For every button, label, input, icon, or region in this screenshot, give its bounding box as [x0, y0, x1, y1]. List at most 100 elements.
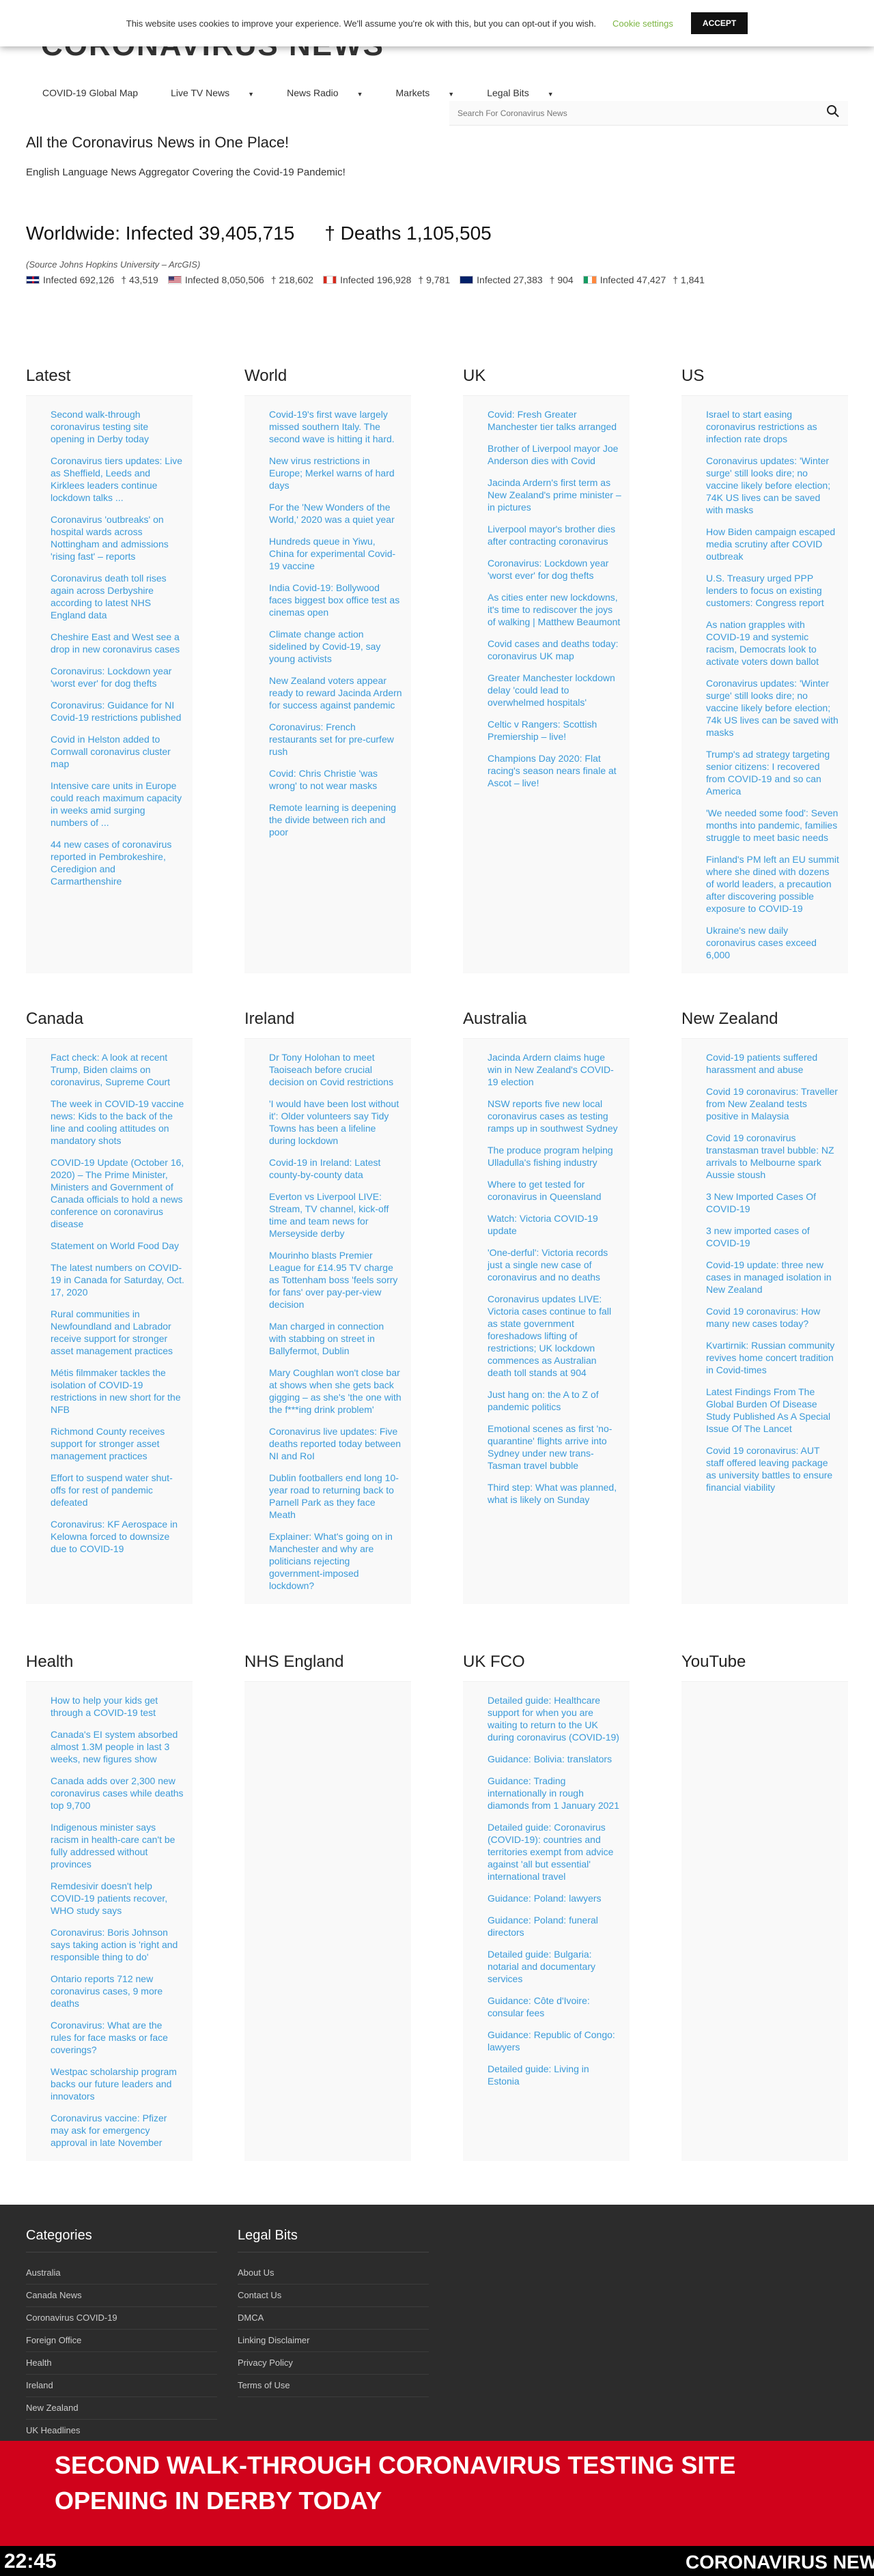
news-link[interactable]: Emotional scenes as first 'no-quarantine… — [488, 1422, 621, 1472]
news-link[interactable]: U.S. Treasury urged PPP lenders to focus… — [706, 572, 840, 609]
news-link[interactable]: Covid: Chris Christie 'was wrong' to not… — [269, 767, 403, 792]
news-link[interactable]: Coronavirus: Lockdown year 'worst ever' … — [51, 665, 184, 689]
news-link[interactable]: Just hang on: the A to Z of pandemic pol… — [488, 1388, 621, 1413]
nav-item-legal-bits[interactable]: Legal Bits ▼ — [487, 87, 569, 98]
news-link[interactable]: Detailed guide: Healthcare support for w… — [488, 1694, 621, 1743]
search-icon[interactable] — [826, 104, 840, 121]
ticker-headline[interactable]: Second walk-through coronavirus testing … — [55, 2448, 806, 2519]
news-link[interactable]: Detailed guide: Living in Estonia — [488, 2063, 621, 2087]
news-link[interactable]: Third step: What was planned, what is li… — [488, 1481, 621, 1506]
news-link[interactable]: Brother of Liverpool mayor Joe Anderson … — [488, 442, 621, 467]
news-link[interactable]: How Biden campaign escaped media scrutin… — [706, 526, 840, 562]
news-link[interactable]: Hundreds queue in Yiwu, China for experi… — [269, 535, 403, 572]
nav-item-live-tv-news[interactable]: Live TV News ▼ — [171, 87, 270, 98]
cookie-settings-link[interactable]: Cookie settings — [612, 18, 673, 29]
news-link[interactable]: Statement on World Food Day — [51, 1240, 184, 1252]
news-link[interactable]: Jacinda Ardern claims huge win in New Ze… — [488, 1051, 621, 1088]
news-link[interactable]: The week in COVID-19 vaccine news: Kids … — [51, 1098, 184, 1147]
news-link[interactable]: Covid in Helston added to Cornwall coron… — [51, 733, 184, 770]
news-link[interactable]: Coronavirus: Lockdown year 'worst ever' … — [488, 557, 621, 582]
footer-category-link[interactable]: Australia — [26, 2262, 217, 2285]
news-link[interactable]: 44 new cases of coronavirus reported in … — [51, 838, 184, 887]
news-link[interactable]: As cities enter new lockdowns, it's time… — [488, 591, 621, 628]
footer-category-link[interactable]: Coronavirus COVID-19 — [26, 2307, 217, 2330]
news-link[interactable]: Guidance: Poland: funeral directors — [488, 1914, 621, 1938]
news-link[interactable]: Covid-19 patients suffered harassment an… — [706, 1051, 840, 1076]
news-link[interactable]: Coronavirus 'outbreaks' on hospital ward… — [51, 513, 184, 562]
news-link[interactable]: Canada's EI system absorbed almost 1.3M … — [51, 1728, 184, 1765]
footer-legal-link[interactable]: Contact Us — [238, 2285, 429, 2307]
news-link[interactable]: Israel to start easing coronavirus restr… — [706, 408, 840, 445]
news-link[interactable]: Coronavirus updates LIVE: Victoria cases… — [488, 1293, 621, 1379]
news-link[interactable]: Ontario reports 712 new coronavirus case… — [51, 1973, 184, 2009]
news-link[interactable]: Covid cases and deaths today: coronaviru… — [488, 638, 621, 662]
news-link[interactable]: Greater Manchester lockdown delay 'could… — [488, 672, 621, 709]
news-link[interactable]: Covid 19 coronavirus: How many new cases… — [706, 1305, 840, 1330]
news-link[interactable]: Dublin footballers end long 10-year road… — [269, 1472, 403, 1521]
footer-category-link[interactable]: Foreign Office — [26, 2330, 217, 2352]
news-link[interactable]: New Zealand voters appear ready to rewar… — [269, 674, 403, 711]
footer-legal-link[interactable]: Linking Disclaimer — [238, 2330, 429, 2352]
cookie-accept-button[interactable]: ACCEPT — [690, 12, 748, 34]
news-link[interactable]: Métis filmmaker tackles the isolation of… — [51, 1366, 184, 1416]
news-link[interactable]: 'I would have been lost without it': Old… — [269, 1098, 403, 1147]
news-link[interactable]: Covid 19 coronavirus transtasman travel … — [706, 1132, 840, 1181]
news-link[interactable]: India Covid-19: Bollywood faces biggest … — [269, 582, 403, 618]
news-link[interactable]: As nation grapples with COVID-19 and sys… — [706, 618, 840, 668]
news-link[interactable]: Covid 19 coronavirus: AUT staff offered … — [706, 1444, 840, 1493]
news-link[interactable]: Intensive care units in Europe could rea… — [51, 779, 184, 829]
footer-legal-link[interactable]: Terms of Use — [238, 2375, 429, 2397]
news-link[interactable]: For the 'New Wonders of the World,' 2020… — [269, 501, 403, 526]
news-link[interactable]: Westpac scholarship program backs our fu… — [51, 2065, 184, 2102]
news-link[interactable]: Everton vs Liverpool LIVE: Stream, TV ch… — [269, 1190, 403, 1240]
news-link[interactable]: The latest numbers on COVID-19 in Canada… — [51, 1261, 184, 1298]
news-link[interactable]: Covid-19 in Ireland: Latest county-by-co… — [269, 1156, 403, 1181]
news-link[interactable]: Celtic v Rangers: Scottish Premiership –… — [488, 718, 621, 743]
news-link[interactable]: Latest Findings From The Global Burden O… — [706, 1386, 840, 1435]
news-link[interactable]: Guidance: Poland: lawyers — [488, 1892, 621, 1904]
news-link[interactable]: Coronavirus: Boris Johnson says taking a… — [51, 1926, 184, 1963]
footer-category-link[interactable]: Health — [26, 2352, 217, 2375]
news-link[interactable]: Coronavirus: Guidance for NI Covid-19 re… — [51, 699, 184, 724]
footer-category-link[interactable]: Ireland — [26, 2375, 217, 2397]
news-link[interactable]: Coronavirus live updates: Five deaths re… — [269, 1425, 403, 1462]
footer-category-link[interactable]: UK Headlines — [26, 2420, 217, 2442]
news-link[interactable]: Detailed guide: Coronavirus (COVID-19): … — [488, 1821, 621, 1883]
nav-item-news-radio[interactable]: News Radio ▼ — [287, 87, 379, 98]
footer-legal-link[interactable]: About Us — [238, 2262, 429, 2285]
news-link[interactable]: Where to get tested for coronavirus in Q… — [488, 1178, 621, 1203]
news-link[interactable]: Canada adds over 2,300 new coronavirus c… — [51, 1775, 184, 1812]
search-input[interactable] — [457, 108, 826, 118]
news-link[interactable]: Second walk-through coronavirus testing … — [51, 408, 184, 445]
news-link[interactable]: Guidance: Bolivia: translators — [488, 1753, 621, 1765]
news-link[interactable]: 3 New Imported Cases Of COVID-19 — [706, 1190, 840, 1215]
news-link[interactable]: Covid 19 coronavirus: Traveller from New… — [706, 1085, 840, 1122]
news-link[interactable]: Remote learning is deepening the divide … — [269, 801, 403, 838]
news-link[interactable]: NSW reports five new local coronavirus c… — [488, 1098, 621, 1134]
news-link[interactable]: Ukraine's new daily coronavirus cases ex… — [706, 924, 840, 961]
news-link[interactable]: Champions Day 2020: Flat racing's season… — [488, 752, 621, 789]
news-link[interactable]: Finland's PM left an EU summit where she… — [706, 853, 840, 915]
news-link[interactable]: Coronavirus: What are the rules for face… — [51, 2019, 184, 2056]
news-link[interactable]: Man charged in connection with stabbing … — [269, 1320, 403, 1357]
news-link[interactable]: Guidance: Côte d'Ivoire: consular fees — [488, 1994, 621, 2019]
news-link[interactable]: 'One-derful': Victoria records just a si… — [488, 1246, 621, 1283]
news-link[interactable]: Jacinda Ardern's first term as New Zeala… — [488, 476, 621, 513]
news-link[interactable]: Coronavirus: French restaurants set for … — [269, 721, 403, 758]
news-link[interactable]: Kvartirnik: Russian community revives ho… — [706, 1339, 840, 1376]
news-link[interactable]: The produce program helping Ulladulla's … — [488, 1144, 621, 1169]
nav-item-markets[interactable]: Markets ▼ — [396, 87, 471, 98]
news-link[interactable]: Liverpool mayor's brother dies after con… — [488, 523, 621, 547]
news-link[interactable]: Richmond County receives support for str… — [51, 1425, 184, 1462]
news-link[interactable]: Coronavirus death toll rises again acros… — [51, 572, 184, 621]
news-link[interactable]: Coronavirus updates: 'Winter surge' stil… — [706, 455, 840, 516]
news-link[interactable]: Rural communities in Newfoundland and La… — [51, 1308, 184, 1357]
news-link[interactable]: Indigenous minister says racism in healt… — [51, 1821, 184, 1870]
news-link[interactable]: Coronavirus vaccine: Pfizer may ask for … — [51, 2112, 184, 2149]
news-link[interactable]: Guidance: Republic of Congo: lawyers — [488, 2029, 621, 2053]
news-link[interactable]: COVID-19 Update (October 16, 2020) – The… — [51, 1156, 184, 1230]
news-link[interactable]: Guidance: Trading internationally in rou… — [488, 1775, 621, 1812]
news-link[interactable]: Trump's ad strategy targeting senior cit… — [706, 748, 840, 797]
news-link[interactable]: Remdesivir doesn't help COVID-19 patient… — [51, 1880, 184, 1917]
news-link[interactable]: Covid: Fresh Greater Manchester tier tal… — [488, 408, 621, 433]
